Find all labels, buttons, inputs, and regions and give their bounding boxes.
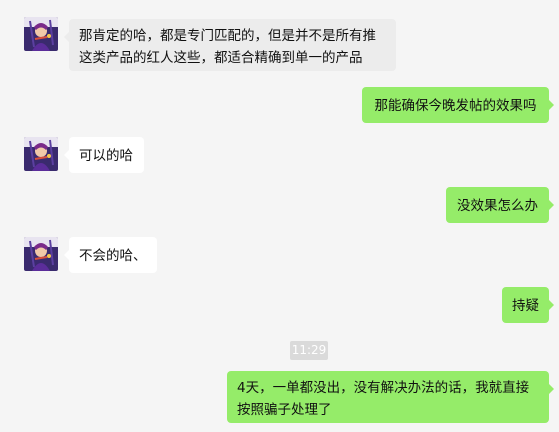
message-text: 没效果怎么办	[457, 198, 538, 214]
message-bubble-outgoing[interactable]: 没效果怎么办	[446, 187, 554, 223]
message-line: 按照骗子处理了	[237, 402, 332, 418]
contact-avatar[interactable]	[24, 17, 58, 51]
anime-character-avatar-icon	[24, 237, 58, 271]
message-line: 这类产品的红人这些，都适合精确到单一的产品	[79, 50, 363, 66]
message-bubble-incoming[interactable]: 那肯定的哈，都是专门匹配的，但是并不是所有推 这类产品的红人这些，都适合精确到单…	[64, 19, 396, 71]
anime-character-avatar-icon	[24, 137, 58, 171]
contact-avatar[interactable]	[24, 137, 58, 171]
message-bubble-incoming[interactable]: 可以的哈	[64, 137, 144, 173]
message-bubble-outgoing[interactable]: 4天，一单都没出，没有解决办法的话，我就直接 按照骗子处理了	[227, 371, 554, 423]
contact-avatar[interactable]	[24, 237, 58, 271]
message-bubble-outgoing[interactable]: 那能确保今晚发帖的效果吗	[362, 87, 554, 123]
timestamp-chip: 11:29	[290, 341, 328, 360]
message-line: 那肯定的哈，都是专门匹配的，但是并不是所有推	[79, 28, 376, 44]
message-text: 持疑	[512, 298, 539, 314]
message-text: 不会的哈、	[79, 248, 147, 264]
message-bubble-outgoing[interactable]: 持疑	[502, 287, 554, 323]
message-line: 4天，一单都没出，没有解决办法的话，我就直接	[237, 380, 530, 396]
message-text: 可以的哈	[79, 148, 133, 164]
message-bubble-incoming[interactable]: 不会的哈、	[64, 237, 157, 273]
anime-character-avatar-icon	[24, 17, 58, 51]
chat-panel: 那肯定的哈，都是专门匹配的，但是并不是所有推 这类产品的红人这些，都适合精确到单…	[0, 0, 559, 432]
message-text: 那能确保今晚发帖的效果吗	[374, 98, 537, 114]
